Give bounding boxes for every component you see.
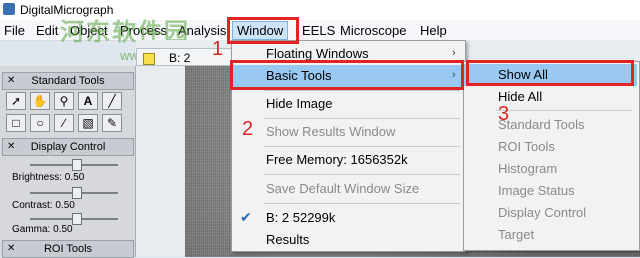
image-window-title: B: 2	[169, 51, 191, 65]
annotation-step-2: 2	[242, 118, 254, 140]
menu-item-standard-tools: Standard Tools	[498, 117, 585, 132]
menu-separator	[264, 118, 460, 119]
annotation-box-show-all	[466, 60, 634, 86]
annotation-box-window-menu	[227, 17, 299, 44]
display-control-header: ✕ Display Control	[2, 138, 134, 156]
menu-item-roi-tools: ROI Tools	[498, 139, 555, 154]
menu-item-free-memory[interactable]: Free Memory: 1656352k	[232, 149, 463, 171]
submenu-arrow-icon: ›	[452, 47, 456, 59]
menu-microscope[interactable]: Microscope	[336, 22, 410, 39]
rectangle-tool-icon[interactable]: □	[6, 114, 26, 132]
annotation-box-basic-tools	[230, 60, 464, 90]
menu-item-image-b2[interactable]: B: 2 52299k	[232, 207, 463, 229]
wand-tool-icon[interactable]: ⁄	[54, 114, 74, 132]
contrast-label: Contrast: 0.50	[12, 200, 75, 211]
brightness-label: Brightness: 0.50	[12, 172, 85, 183]
annotation-step-1: 1	[212, 38, 224, 60]
image-marker-icon	[143, 53, 155, 65]
close-icon[interactable]: ✕	[7, 241, 15, 257]
roi-tools-title: ROI Tools	[43, 243, 93, 255]
menu-item-show-results-window: Show Results Window	[266, 124, 396, 139]
pointer-tool-icon[interactable]: ➚	[6, 92, 26, 110]
menu-edit[interactable]: Edit	[32, 22, 62, 39]
menu-file[interactable]: File	[0, 22, 29, 39]
menu-help[interactable]: Help	[416, 22, 451, 39]
menu-item-histogram: Histogram	[498, 161, 558, 176]
app-icon	[3, 3, 15, 15]
display-control-title: Display Control	[30, 141, 106, 153]
menu-item-results[interactable]: Results	[232, 229, 463, 251]
menu-item-hide-all[interactable]: Hide All	[464, 86, 637, 108]
standard-tools-title: Standard Tools	[31, 75, 105, 87]
basic-tools-submenu: Show All Hide All Standard Tools ROI Too…	[463, 61, 640, 251]
text-tool-icon[interactable]: A	[78, 92, 98, 110]
gamma-label: Gamma: 0.50	[12, 224, 73, 235]
menu-separator	[264, 146, 460, 147]
profile-tool-icon[interactable]: ▧	[78, 114, 98, 132]
menu-separator	[264, 90, 460, 91]
menu-item-hide-image[interactable]: Hide Image	[232, 93, 463, 115]
menu-separator	[496, 110, 632, 111]
menu-item-save-default-window-size: Save Default Window Size	[266, 181, 420, 196]
menu-separator	[264, 174, 460, 175]
dropper-tool-icon[interactable]: ✎	[102, 114, 122, 132]
menu-item-image-status: Image Status	[498, 183, 575, 198]
contrast-slider-thumb[interactable]	[72, 187, 82, 199]
annotation-step-3: 3	[498, 103, 510, 125]
close-icon[interactable]: ✕	[7, 73, 15, 89]
zoom-tool-icon[interactable]: ⚲	[54, 92, 74, 110]
roi-tools-header: ✕ ROI Tools	[2, 240, 134, 258]
menu-item-display-control: Display Control	[498, 205, 587, 220]
close-icon[interactable]: ✕	[7, 139, 15, 155]
menu-eels[interactable]: EELS	[298, 22, 339, 39]
standard-tools-header: ✕ Standard Tools	[2, 72, 134, 90]
menu-separator	[264, 203, 460, 204]
menu-item-target: Target	[498, 227, 535, 242]
line-tool-icon[interactable]: ╱	[102, 92, 122, 110]
hand-tool-icon[interactable]: ✋	[30, 92, 50, 110]
oval-tool-icon[interactable]: ○	[30, 114, 50, 132]
tools-panel: ✕ Standard Tools ➚ ✋ ⚲ A ╱ □ ○ ⁄ ▧ ✎ ✕ D…	[0, 66, 136, 258]
gamma-slider-thumb[interactable]	[72, 213, 82, 225]
brightness-slider-thumb[interactable]	[72, 159, 82, 171]
